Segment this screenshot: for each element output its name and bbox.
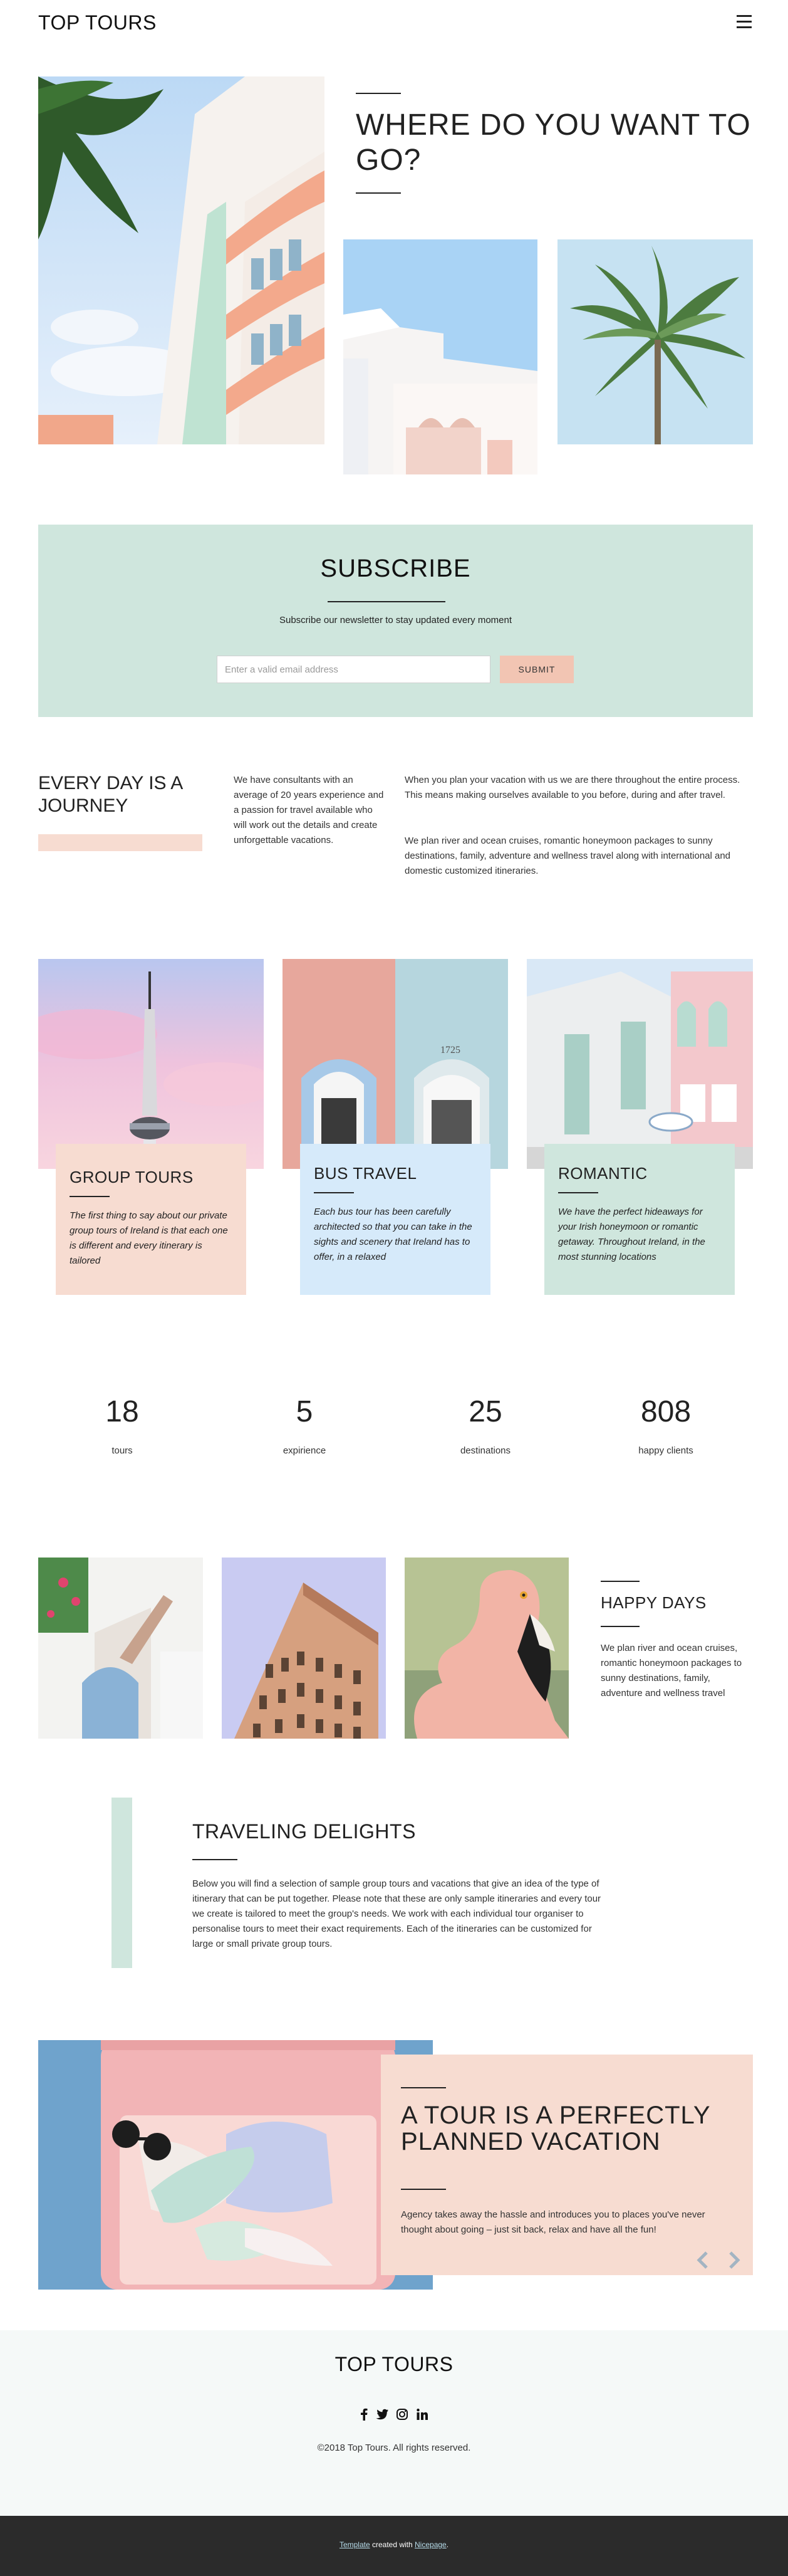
tour-card-rule (70, 1196, 110, 1197)
gallery-photo-house (38, 1558, 203, 1739)
credit-end: . (446, 2540, 449, 2549)
facebook-icon[interactable] (360, 2408, 368, 2424)
tour-card-text: We have the perfect hideaways for your I… (558, 1207, 705, 1262)
travel-rule (192, 1859, 237, 1860)
travel-accent-bar (111, 1798, 132, 1968)
hamburger-menu-icon[interactable] (737, 15, 752, 29)
travel-text: Below you will find a selection of sampl… (192, 1878, 601, 1949)
hero-bottom-rule (356, 192, 401, 194)
subscribe-title: SUBSCRIBE (320, 555, 471, 582)
suitcase-photo (38, 2040, 433, 2290)
vacation-title: A TOUR IS A PERFECTLY PLANNED VACATION (401, 2102, 710, 2155)
copyright-text: ©2018 Top Tours. All rights reserved. (317, 2442, 471, 2453)
tour-image-tower (38, 959, 264, 1169)
stat-number: 18 (105, 1395, 139, 1428)
stat-label: happy clients (638, 1445, 693, 1456)
stat-number: 5 (296, 1395, 313, 1428)
hero-top-rule (356, 93, 401, 94)
nicepage-link[interactable]: Nicepage (415, 2540, 447, 2549)
stat-label: expirience (283, 1445, 326, 1456)
email-input[interactable] (217, 656, 490, 683)
subscribe-text: Subscribe our newsletter to stay updated… (279, 615, 512, 626)
tour-card-bus: BUS TRAVEL Each bus tour has been carefu… (300, 1144, 490, 1295)
carousel-prev-icon[interactable] (695, 2250, 710, 2270)
subscribe-section: SUBSCRIBE Subscribe our newsletter to st… (38, 525, 753, 717)
tour-card-title: GROUP TOURS (70, 1168, 194, 1186)
carousel-next-icon[interactable] (727, 2250, 742, 2270)
instagram-icon[interactable] (396, 2408, 408, 2424)
tour-card-romantic: ROMANTIC We have the perfect hideaways f… (544, 1144, 735, 1295)
travel-title: TRAVELING DELIGHTS (192, 1820, 416, 1843)
journey-title: EVERY DAY IS A JOURNEY (38, 773, 182, 816)
stat-label: tours (111, 1445, 133, 1456)
social-links (360, 2408, 428, 2423)
tour-card-group: GROUP TOURS The first thing to say about… (56, 1144, 246, 1295)
credit-text: Template created with Nicepage. (0, 2540, 788, 2549)
twitter-icon[interactable] (376, 2409, 388, 2423)
palm-tree-photo (557, 239, 753, 444)
stat-number: 25 (469, 1395, 502, 1428)
journey-column-2-paragraph-2: We plan river and ocean cruises, romanti… (405, 835, 731, 876)
journey-column-2-paragraph-1: When you plan your vacation with us we a… (405, 775, 740, 800)
svg-text:1725: 1725 (440, 1045, 460, 1055)
happy-title: HAPPY DAYS (601, 1593, 707, 1612)
tour-card-text: Each bus tour has been carefully archite… (314, 1207, 472, 1262)
tour-card-title: BUS TRAVEL (314, 1164, 417, 1183)
tour-card-rule (558, 1192, 598, 1193)
gallery-photo-flamingo (405, 1558, 569, 1739)
vacation-text: Agency takes away the hassle and introdu… (401, 2209, 705, 2235)
template-link[interactable]: Template (340, 2540, 370, 2549)
happy-bottom-rule (601, 1626, 640, 1627)
happy-text: We plan river and ocean cruises, romanti… (601, 1643, 742, 1699)
site-logo[interactable]: TOP TOURS (38, 11, 157, 34)
footer-title: TOP TOURS (334, 2353, 454, 2375)
stat-label: destinations (460, 1445, 511, 1456)
gallery-photo-building (222, 1558, 386, 1739)
journey-accent-bar (38, 834, 202, 851)
vacation-top-rule (401, 2087, 446, 2088)
hero-building-photo (38, 76, 324, 444)
tour-card-title: ROMANTIC (558, 1164, 648, 1183)
subscribe-rule (328, 601, 445, 602)
tour-image-doors: 1725 (283, 959, 508, 1169)
white-house-photo (343, 239, 537, 474)
tour-card-rule (314, 1192, 354, 1193)
journey-column-1: We have consultants with an average of 2… (234, 775, 384, 846)
credit-middle: created with (370, 2540, 415, 2549)
vacation-bottom-rule (401, 2189, 446, 2190)
tour-image-street (527, 959, 753, 1169)
hero-heading: WHERE DO YOU WANT TO GO? (356, 108, 751, 177)
happy-top-rule (601, 1581, 640, 1582)
tour-card-text: The first thing to say about our private… (70, 1210, 228, 1266)
submit-button[interactable]: SUBMIT (500, 656, 574, 683)
stat-number: 808 (640, 1395, 692, 1428)
linkedin-icon[interactable] (416, 2408, 428, 2424)
